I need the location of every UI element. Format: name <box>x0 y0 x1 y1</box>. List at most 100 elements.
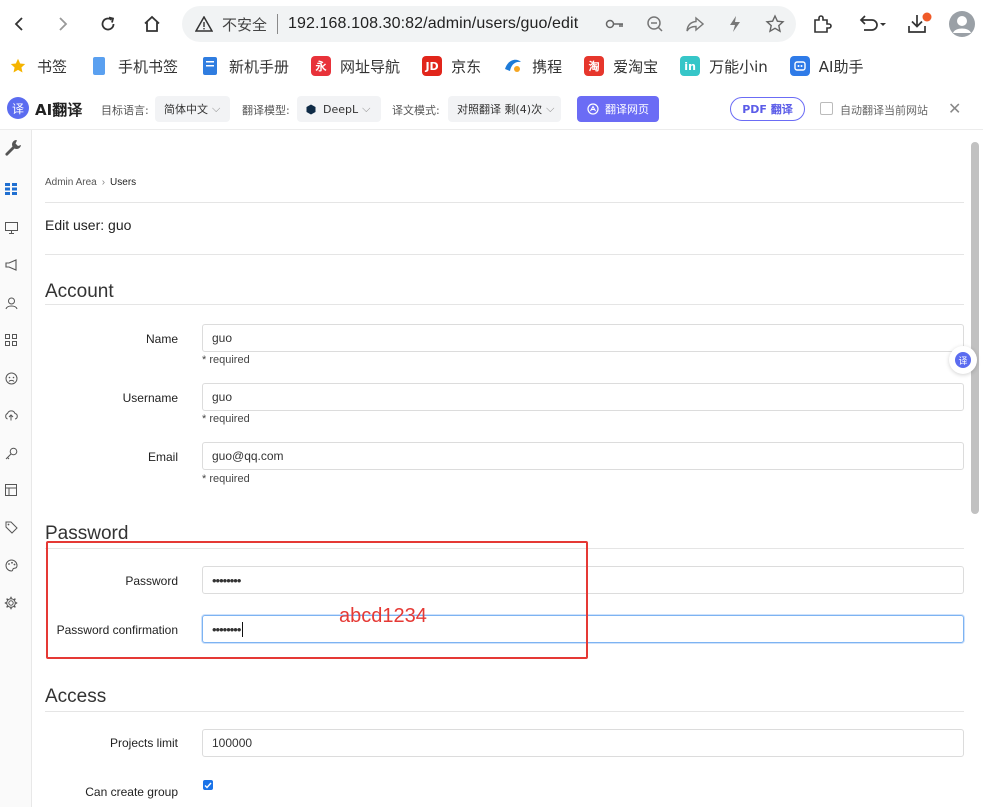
forward-arrow-icon <box>59 17 68 31</box>
name-input[interactable]: guo <box>202 324 964 352</box>
translate-button-label: 翻译网页 <box>605 103 649 116</box>
translate-bar: 译 AI翻译 目标语言: 简体中文 ⌵ 翻译模型: DeepL ⌵ 译文模式: … <box>0 88 983 130</box>
lightning-icon[interactable] <box>724 13 746 35</box>
scrollbar[interactable] <box>967 130 983 807</box>
bookmark-label: 携程 <box>532 57 563 76</box>
download-icon <box>908 12 932 33</box>
users-icon[interactable] <box>3 295 19 311</box>
reload-icon <box>101 16 115 31</box>
breadcrumb-current[interactable]: Users <box>110 177 136 188</box>
gear-icon[interactable] <box>3 595 19 611</box>
bookmark-item[interactable]: AI助手 <box>789 56 864 77</box>
megaphone-icon[interactable] <box>3 257 19 273</box>
target-lang-select[interactable]: 简体中文 ⌵ <box>155 96 230 122</box>
bookmark-item[interactable]: 书签 <box>8 56 67 77</box>
key-icon[interactable] <box>604 13 626 35</box>
username-label: Username <box>122 391 178 405</box>
page-title: Edit user: guo <box>45 217 132 233</box>
home-icon <box>144 15 160 32</box>
wrench-icon[interactable] <box>3 138 23 158</box>
bookmark-item[interactable]: 永 网址导航 <box>311 56 400 77</box>
translate-page-button[interactable]: 翻译网页 <box>577 96 659 122</box>
bookmark-item[interactable]: 携程 <box>503 56 562 77</box>
bookmark-item[interactable]: 新机手册 <box>200 56 289 77</box>
breadcrumb-root[interactable]: Admin Area <box>45 177 97 188</box>
download-button[interactable] <box>906 9 932 39</box>
forward-button[interactable] <box>48 9 78 39</box>
extensions-button[interactable] <box>811 9 833 39</box>
check-icon <box>204 782 212 789</box>
share-icon[interactable] <box>684 13 706 35</box>
undo-menu-button[interactable] <box>858 9 888 39</box>
bookmark-label: 京东 <box>451 57 482 76</box>
palette-icon[interactable] <box>3 557 19 573</box>
close-icon[interactable]: ✕ <box>948 99 961 118</box>
mode-value: 对照翻译 剩(4)次 <box>457 103 543 116</box>
bookmark-item[interactable]: in 万能小in <box>680 56 768 77</box>
translate-logo-icon: 译 <box>7 97 29 119</box>
bookmark-item[interactable]: 淘 爱淘宝 <box>584 56 658 77</box>
bookmark-label: AI助手 <box>818 57 864 76</box>
bookmark-star-icon[interactable] <box>764 13 786 35</box>
cloud-upload-icon[interactable] <box>3 407 19 423</box>
pdf-translate-button[interactable]: PDF 翻译 <box>730 97 805 121</box>
chevron-down-icon: ⌵ <box>362 102 371 115</box>
bookmark-item[interactable]: JD 京东 <box>422 56 481 77</box>
bookmark-item[interactable]: 手机书签 <box>89 56 178 77</box>
name-required-hint: * required <box>202 354 250 366</box>
floating-translate-button[interactable]: 译 <box>949 346 977 374</box>
in-icon: in <box>680 56 701 76</box>
puzzle-icon <box>814 15 832 33</box>
url-text[interactable]: 192.168.108.30:82/admin/users/guo/edit <box>288 15 578 33</box>
scrollbar-thumb[interactable] <box>971 142 979 514</box>
zoom-out-icon[interactable] <box>644 13 666 35</box>
auto-translate-checkbox[interactable] <box>820 102 833 115</box>
divider <box>45 254 964 255</box>
section-access-title: Access <box>45 686 107 707</box>
bookmark-label: 网址导航 <box>340 57 401 76</box>
target-lang-label: 目标语言: <box>101 104 149 117</box>
home-button[interactable] <box>137 9 167 39</box>
annotation-text: abcd1234 <box>339 605 427 627</box>
translate-float-icon: 译 <box>955 352 971 368</box>
layout-icon[interactable] <box>3 482 19 498</box>
address-bar[interactable]: 不安全 192.168.108.30:82/admin/users/guo/ed… <box>182 6 796 42</box>
divider <box>45 202 964 203</box>
overview-icon[interactable] <box>3 181 19 197</box>
target-lang-value: 简体中文 <box>164 103 208 116</box>
can-create-group-checkbox[interactable] <box>203 780 213 790</box>
username-required-hint: * required <box>202 413 250 425</box>
mode-select[interactable]: 对照翻译 剩(4)次 ⌵ <box>448 96 561 122</box>
nav-icon: 永 <box>311 56 332 76</box>
username-input[interactable]: guo <box>202 383 964 411</box>
email-required-hint: * required <box>202 473 250 485</box>
bookmarks-bar: 书签 手机书签 新机手册 永 网址导航 JD 京东 携程 淘 爱淘宝 in 万能… <box>0 48 983 84</box>
address-separator <box>277 14 279 34</box>
bookmark-label: 手机书签 <box>118 57 179 76</box>
tag-icon[interactable] <box>3 519 19 535</box>
model-select[interactable]: DeepL ⌵ <box>297 96 381 122</box>
undo-icon <box>859 15 886 31</box>
phone-icon <box>89 56 109 76</box>
reload-button[interactable] <box>93 9 123 39</box>
ai-icon <box>789 56 810 76</box>
projects-limit-input[interactable]: 100000 <box>202 729 964 757</box>
profile-button[interactable] <box>948 9 976 39</box>
warning-icon[interactable] <box>194 14 214 34</box>
chevron-right-icon: › <box>101 177 106 188</box>
model-label: 翻译模型: <box>242 104 290 117</box>
back-button[interactable] <box>4 9 34 39</box>
insecure-label[interactable]: 不安全 <box>222 14 267 35</box>
bookmark-label: 书签 <box>37 57 68 76</box>
jd-icon: JD <box>422 56 443 76</box>
email-label: Email <box>147 450 178 464</box>
bookmark-label: 爱淘宝 <box>613 57 659 76</box>
email-input[interactable]: guo@qq.com <box>202 442 964 470</box>
book-icon <box>200 56 220 76</box>
mode-label: 译文模式: <box>392 104 440 117</box>
breadcrumb: Admin Area › Users <box>45 177 136 188</box>
face-icon[interactable] <box>3 370 19 386</box>
star-icon <box>8 56 28 76</box>
monitor-icon[interactable] <box>3 220 19 236</box>
model-value: DeepL <box>323 102 359 116</box>
